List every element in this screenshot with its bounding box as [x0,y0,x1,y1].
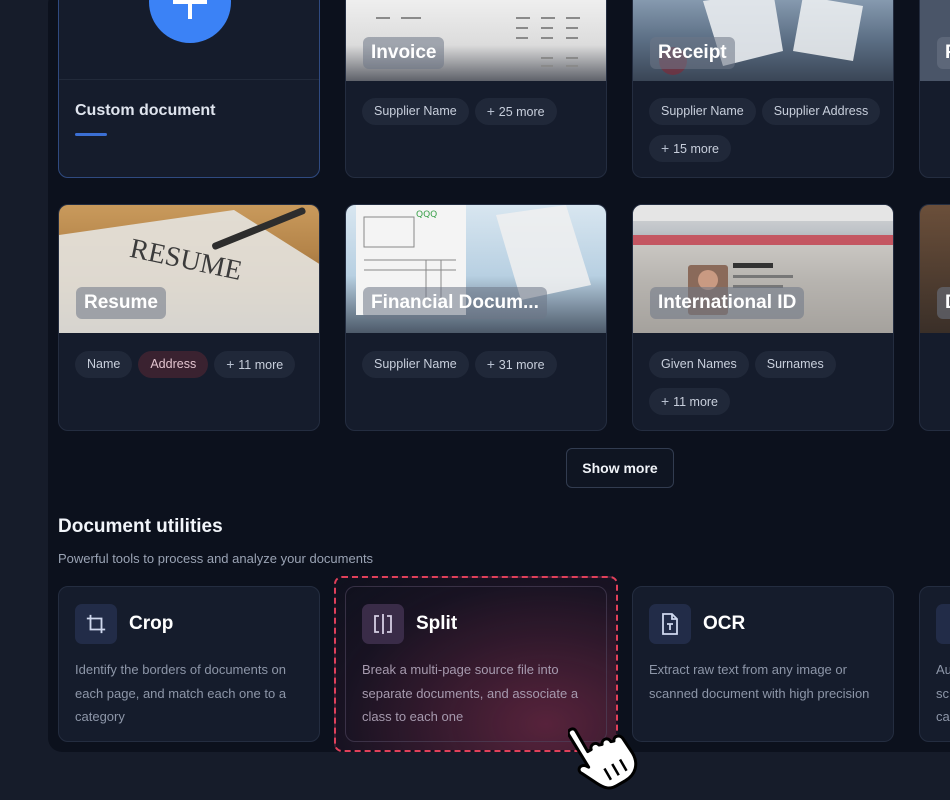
field-chip: Supplier Name [649,98,756,125]
template-title: Receipt [650,37,735,69]
partial-thumbnail: D [920,205,950,333]
more-fields-chip[interactable]: 31 more [474,351,557,378]
field-chip: Given Names [649,351,749,378]
utility-description: Extract raw text from any image or scann… [649,662,870,701]
utility-title: Crop [129,613,174,634]
template-card-resume[interactable]: RESUME Resume Name Address 11 more [58,204,320,431]
card-divider [59,79,319,80]
plus-icon [173,0,207,19]
partial-line: Au [936,662,950,677]
template-card-partial[interactable]: P [919,0,950,178]
template-card-financial-document[interactable]: QQQ Financial Docum... Supplier Name 31 … [345,204,607,431]
field-chip: Name [75,351,133,378]
hand-cursor-icon [568,727,638,790]
split-icon [362,604,404,644]
show-more-button[interactable]: Show more [566,448,674,488]
field-chip-highlighted: Address [138,351,209,378]
utility-description: Break a multi-page source file into sepa… [362,662,579,724]
international-id-thumbnail: International ID [633,205,893,333]
utility-card-crop[interactable]: Crop Identify the borders of documents o… [58,586,320,742]
more-fields-chip[interactable]: 11 more [214,351,296,378]
financial-document-thumbnail: QQQ Financial Docum... [346,205,606,333]
section-title: Document utilities [58,516,223,537]
template-card-partial[interactable]: D [919,204,950,431]
template-title: International ID [650,287,805,319]
more-fields-chip[interactable]: 11 more [649,388,731,415]
template-title: Invoice [363,37,445,69]
partial-description: Au sc ca [936,658,950,729]
add-custom-button[interactable] [149,0,231,43]
field-chip: Supplier Name [362,351,469,378]
partial-title: D [937,287,950,319]
utility-title: OCR [703,613,746,634]
partial-line: sc [936,685,949,701]
receipt-thumbnail: Receipt [633,0,893,81]
custom-document-card[interactable]: Custom document [58,0,320,178]
template-title: Financial Docum... [363,287,547,319]
template-title: Resume [76,287,166,319]
template-card-invoice[interactable]: Invoice Supplier Name 25 more [345,0,607,178]
utility-description: Identify the borders of documents on eac… [75,662,287,724]
field-chip: Supplier Name [362,98,469,125]
more-fields-chip[interactable]: 25 more [474,98,557,125]
utility-card-partial[interactable]: Au sc ca [919,586,950,742]
crop-icon [75,604,117,644]
custom-document-label: Custom document [75,102,216,119]
resume-thumbnail: RESUME Resume [59,205,319,333]
partial-utility-icon [936,604,950,644]
field-chip: Surnames [754,351,836,378]
invoice-thumbnail: Invoice [346,0,606,81]
ocr-document-icon [649,604,691,644]
field-chip: Supplier Address [761,98,881,125]
partial-line: ca [936,709,950,724]
template-card-international-id[interactable]: International ID Given Names Surnames 11… [632,204,894,431]
more-fields-chip[interactable]: 15 more [649,135,731,162]
template-card-receipt[interactable]: Receipt Supplier Name Supplier Address 1… [632,0,894,178]
section-subtitle: Powerful tools to process and analyze yo… [58,551,374,566]
utility-title: Split [416,613,458,634]
svg-text:QQQ: QQQ [416,210,437,220]
custom-underline [75,133,107,136]
partial-thumbnail: P [920,0,950,81]
utility-card-ocr[interactable]: OCR Extract raw text from any image or s… [632,586,894,742]
partial-title: P [937,37,950,69]
